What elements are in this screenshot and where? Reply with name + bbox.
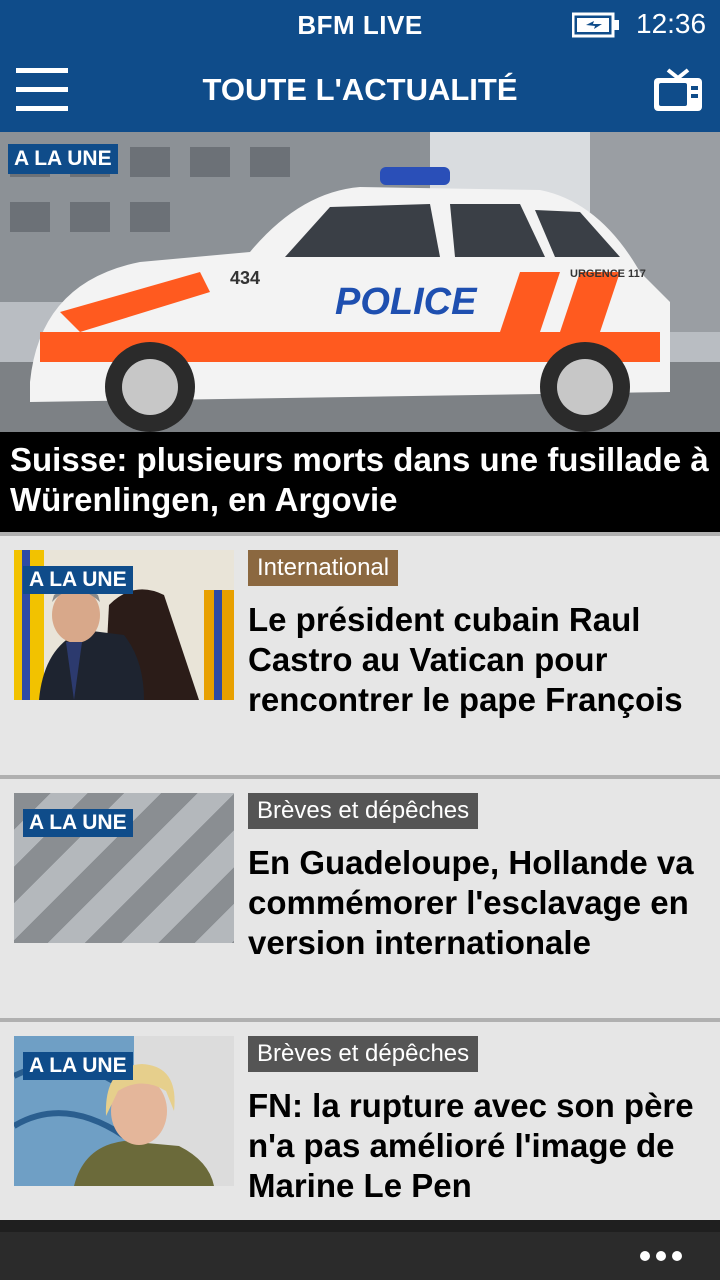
page-title: TOUTE L'ACTUALITÉ — [202, 72, 518, 107]
hero-image: POLICE 434 URGENCE 117 — [0, 132, 720, 432]
svg-text:URGENCE 117: URGENCE 117 — [570, 268, 646, 280]
list-item[interactable]: A LA UNE International Le président cuba… — [0, 532, 720, 772]
hero-badge: A LA UNE — [8, 144, 118, 174]
article-badge: A LA UNE — [23, 566, 133, 594]
category-tag: Brèves et dépêches — [248, 1036, 479, 1072]
app-bar — [0, 1220, 720, 1280]
list-item[interactable]: A LA UNE Brèves et dépêches En Guadeloup… — [0, 775, 720, 1015]
hero-headline: Suisse: plusieurs morts dans une fusilla… — [0, 432, 720, 532]
svg-text:434: 434 — [230, 268, 260, 288]
top-bar: BFM LIVE 12:36 TOUTE L'ACTUALITÉ — [0, 0, 720, 132]
category-tag: International — [248, 550, 399, 586]
article-headline: Le président cubain Raul Castro au Vatic… — [248, 601, 683, 718]
article-badge: A LA UNE — [23, 1052, 133, 1080]
hamburger-menu-icon[interactable] — [16, 68, 68, 114]
article-badge: A LA UNE — [23, 809, 133, 837]
article-headline: En Guadeloupe, Hollande va commémorer l'… — [248, 844, 694, 961]
status-bar: BFM LIVE 12:36 — [0, 0, 720, 50]
clock: 12:36 — [636, 8, 707, 39]
article-headline: FN: la rupture avec son père n'a pas amé… — [248, 1087, 694, 1204]
category-tag: Brèves et dépêches — [248, 793, 479, 829]
more-dots-icon[interactable] — [640, 1248, 690, 1268]
svg-text:POLICE: POLICE — [335, 281, 478, 323]
hero-article[interactable]: POLICE 434 URGENCE 117 A LA UNE Suisse: … — [0, 132, 720, 532]
app-bar-divider — [0, 1220, 720, 1232]
battery-charging-icon — [572, 12, 619, 38]
tv-icon[interactable] — [652, 66, 704, 114]
